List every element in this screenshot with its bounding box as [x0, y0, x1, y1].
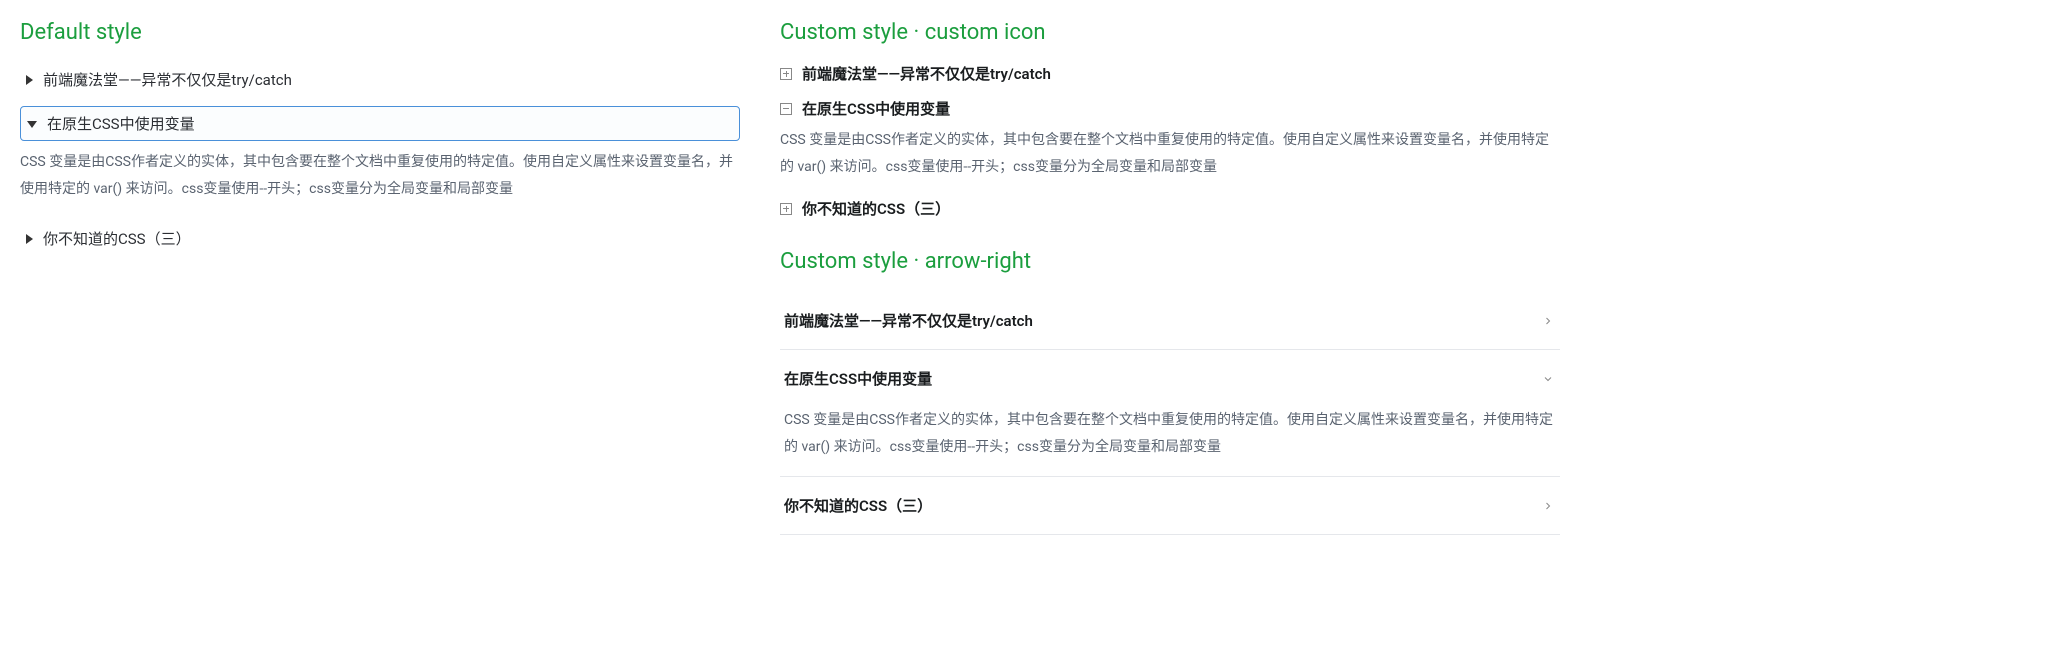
- collapse-item: 你不知道的CSS（三）: [780, 198, 1560, 219]
- collapse-title: 你不知道的CSS（三）: [43, 228, 191, 249]
- chevron-right-icon: [1540, 313, 1556, 329]
- section-title-arrow-right: Custom style · arrow-right: [780, 249, 1560, 274]
- collapse-default: 前端魔法堂——异常不仅仅是try/catch 在原生CSS中使用变量 CSS 变…: [20, 63, 740, 255]
- plus-box-icon: [780, 203, 792, 215]
- collapse-title: 前端魔法堂——异常不仅仅是try/catch: [802, 63, 1051, 84]
- collapse-title: 你不知道的CSS（三）: [802, 198, 950, 219]
- collapse-title: 前端魔法堂——异常不仅仅是try/catch: [784, 310, 1033, 331]
- collapse-header[interactable]: 前端魔法堂——异常不仅仅是try/catch: [780, 63, 1560, 84]
- collapse-title: 你不知道的CSS（三）: [784, 495, 932, 516]
- collapse-custom-icon: 前端魔法堂——异常不仅仅是try/catch 在原生CSS中使用变量 CSS 变…: [780, 63, 1560, 219]
- collapse-item: 你不知道的CSS（三）: [780, 477, 1560, 535]
- triangle-right-icon: [26, 234, 33, 244]
- collapse-item: 在原生CSS中使用变量 CSS 变量是由CSS作者定义的实体，其中包含要在整个文…: [20, 106, 740, 212]
- collapse-header[interactable]: 你不知道的CSS（三）: [20, 222, 740, 255]
- triangle-right-icon: [26, 75, 33, 85]
- plus-box-icon: [780, 68, 792, 80]
- collapse-header[interactable]: 在原生CSS中使用变量: [780, 98, 1560, 119]
- minus-box-icon: [780, 103, 792, 115]
- collapse-header[interactable]: 在原生CSS中使用变量: [20, 106, 740, 141]
- collapse-item: 前端魔法堂——异常不仅仅是try/catch: [780, 63, 1560, 84]
- collapse-header[interactable]: 前端魔法堂——异常不仅仅是try/catch: [780, 292, 1560, 349]
- collapse-item: 你不知道的CSS（三）: [20, 222, 740, 255]
- chevron-down-icon: [1540, 371, 1556, 387]
- collapse-content: CSS 变量是由CSS作者定义的实体，其中包含要在整个文档中重复使用的特定值。使…: [20, 141, 740, 212]
- collapse-item: 在原生CSS中使用变量 CSS 变量是由CSS作者定义的实体，其中包含要在整个文…: [780, 98, 1560, 184]
- chevron-right-icon: [1540, 498, 1556, 514]
- collapse-header[interactable]: 你不知道的CSS（三）: [780, 198, 1560, 219]
- collapse-content: CSS 变量是由CSS作者定义的实体，其中包含要在整个文档中重复使用的特定值。使…: [780, 407, 1560, 476]
- collapse-title: 在原生CSS中使用变量: [784, 368, 932, 389]
- collapse-item: 前端魔法堂——异常不仅仅是try/catch: [20, 63, 740, 96]
- collapse-header[interactable]: 前端魔法堂——异常不仅仅是try/catch: [20, 63, 740, 96]
- triangle-down-icon: [27, 121, 37, 128]
- collapse-title: 前端魔法堂——异常不仅仅是try/catch: [43, 69, 292, 90]
- collapse-item: 在原生CSS中使用变量 CSS 变量是由CSS作者定义的实体，其中包含要在整个文…: [780, 350, 1560, 477]
- collapse-header[interactable]: 你不知道的CSS（三）: [780, 477, 1560, 534]
- collapse-item: 前端魔法堂——异常不仅仅是try/catch: [780, 292, 1560, 350]
- collapse-title: 在原生CSS中使用变量: [802, 98, 950, 119]
- section-title-default: Default style: [20, 20, 740, 45]
- collapse-header[interactable]: 在原生CSS中使用变量: [780, 350, 1560, 407]
- collapse-arrow-right: 前端魔法堂——异常不仅仅是try/catch 在原生CSS中使用变量 CSS 变…: [780, 292, 1560, 535]
- section-title-custom-icon: Custom style · custom icon: [780, 20, 1560, 45]
- collapse-content: CSS 变量是由CSS作者定义的实体，其中包含要在整个文档中重复使用的特定值。使…: [780, 119, 1560, 184]
- collapse-title: 在原生CSS中使用变量: [47, 113, 195, 134]
